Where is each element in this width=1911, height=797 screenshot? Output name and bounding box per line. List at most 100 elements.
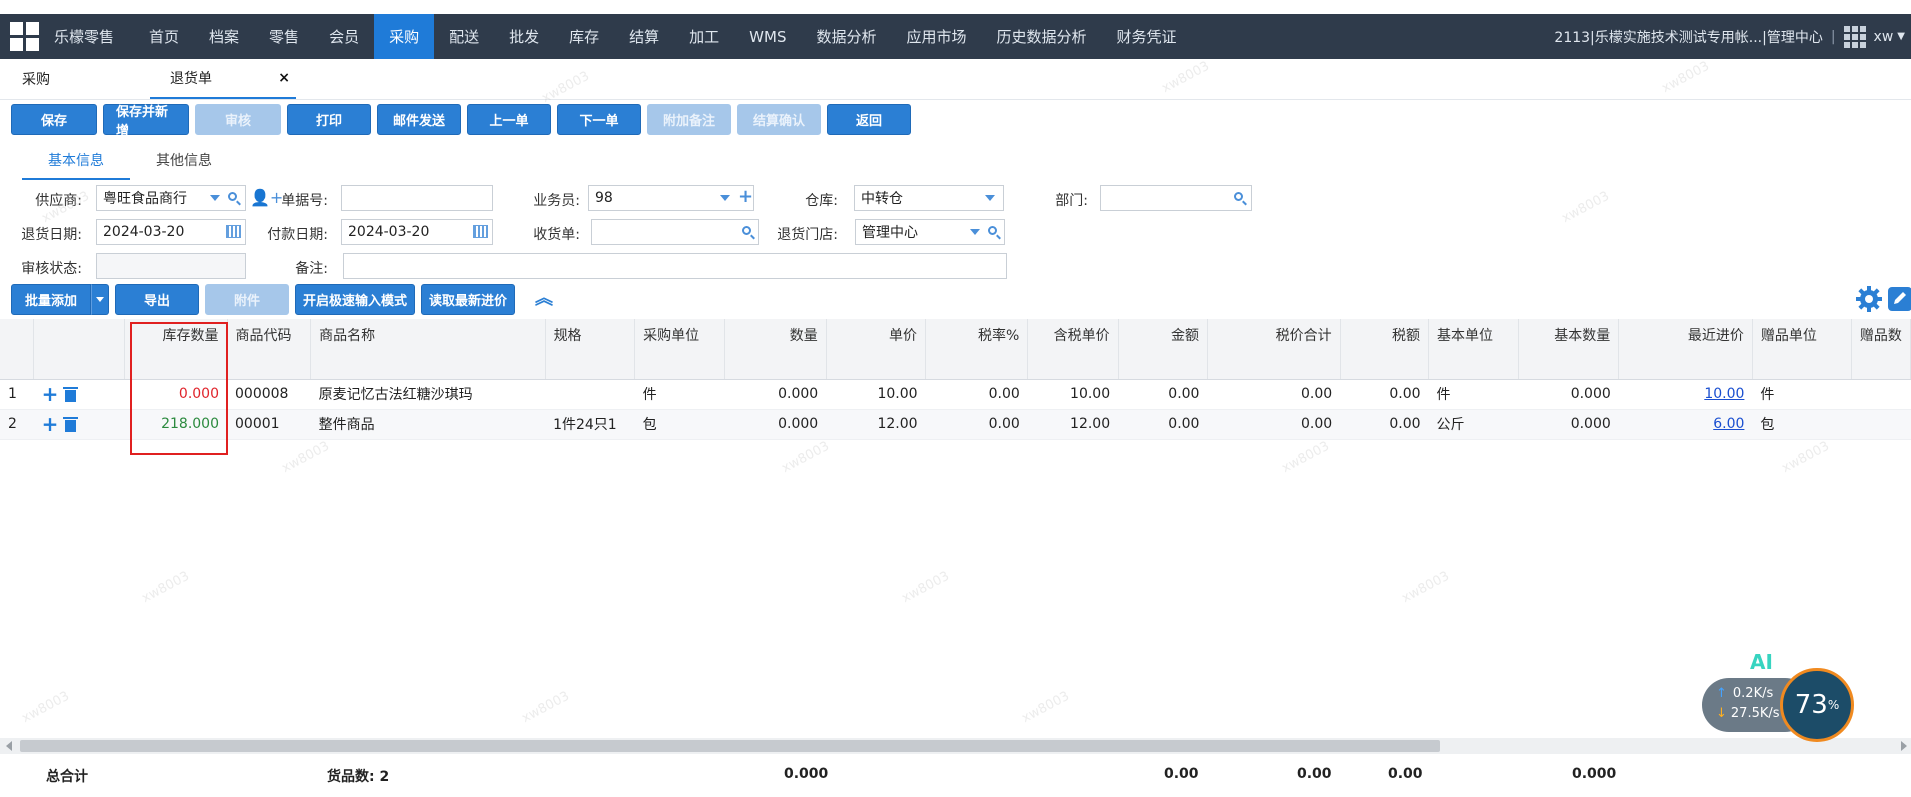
cell-code[interactable]: 000008 [227, 379, 311, 410]
fast-input-mode-button[interactable]: 开启极速输入模式 [295, 283, 415, 315]
col-header-gift-unit[interactable]: 赠品单位 [1752, 319, 1852, 380]
last-price-link[interactable]: 6.00 [1713, 416, 1744, 432]
nav-item-finance-voucher[interactable]: 财务凭证 [1102, 14, 1192, 59]
col-header-tax-rate[interactable]: 税率% [925, 319, 1029, 380]
nav-item-home[interactable]: 首页 [134, 14, 194, 59]
cell-purchase-unit[interactable]: 件 [634, 379, 725, 410]
add-salesman-icon[interactable]: + [738, 188, 753, 206]
page-tab-purchase[interactable]: 采购 [22, 59, 50, 99]
attachment-button[interactable]: 附件 [205, 283, 289, 315]
return-date-field[interactable]: 2024-03-20 [96, 219, 246, 245]
tab-other-info[interactable]: 其他信息 [130, 146, 238, 178]
email-send-button[interactable]: 邮件发送 [377, 104, 461, 135]
nav-item-archive[interactable]: 档案 [194, 14, 254, 59]
calendar-icon[interactable] [473, 225, 488, 238]
print-button[interactable]: 打印 [287, 104, 371, 135]
nav-item-purchase[interactable]: 采购 [374, 14, 435, 59]
settlement-confirm-button[interactable]: 结算确认 [737, 104, 821, 135]
network-speed-widget[interactable]: ↑ 0.2K/s ↓ 27.5K/s 73% [1702, 668, 1854, 742]
prev-order-button[interactable]: 上一单 [467, 104, 551, 135]
page-tab-return-order[interactable]: 退货单 × [150, 59, 296, 99]
save-and-new-button[interactable]: 保存并新增 [103, 104, 189, 139]
app-logo-icon[interactable] [10, 21, 40, 52]
cell-price[interactable]: 10.00 [826, 379, 926, 410]
col-header-spec[interactable]: 规格 [545, 319, 636, 380]
last-price-link[interactable]: 10.00 [1704, 386, 1744, 402]
nav-item-member[interactable]: 会员 [314, 14, 374, 59]
supplier-field[interactable]: 粤旺食品商行 [96, 185, 246, 211]
nav-item-app-market[interactable]: 应用市场 [891, 14, 981, 59]
cell-tax-price[interactable]: 10.00 [1027, 379, 1119, 410]
dept-field[interactable] [1100, 185, 1252, 211]
nav-item-data-analysis[interactable]: 数据分析 [801, 14, 891, 59]
cell-qty[interactable]: 0.000 [724, 379, 827, 410]
trash-icon[interactable] [63, 386, 79, 402]
save-button[interactable]: 保存 [11, 104, 97, 135]
edit-icon[interactable] [1888, 287, 1911, 311]
scroll-right-icon[interactable] [1901, 741, 1907, 751]
chevron-down-icon[interactable]: ▼ [1897, 31, 1905, 42]
cell-tax-price[interactable]: 12.00 [1027, 409, 1119, 440]
add-row-icon[interactable]: + [42, 414, 59, 434]
close-icon[interactable]: × [278, 70, 290, 86]
pay-date-field[interactable]: 2024-03-20 [341, 219, 493, 245]
col-header-tax[interactable]: 税额 [1340, 319, 1430, 380]
col-header-base-unit[interactable]: 基本单位 [1428, 319, 1520, 380]
col-header-base-qty[interactable]: 基本数量 [1518, 319, 1620, 380]
add-row-icon[interactable]: + [42, 384, 59, 404]
docno-field[interactable] [341, 185, 493, 211]
col-header-last-price[interactable]: 最近进价 [1618, 319, 1753, 380]
horizontal-scrollbar[interactable] [0, 738, 1911, 754]
double-chevron-up-icon[interactable]: ︽ [535, 290, 553, 308]
cell-gift-unit[interactable]: 包 [1752, 409, 1852, 440]
cell-gift-qty[interactable] [1851, 379, 1911, 410]
cell-tax-rate[interactable]: 0.00 [925, 409, 1028, 440]
apps-grid-icon[interactable] [1843, 25, 1866, 48]
cell-name[interactable]: 整件商品 [310, 409, 546, 440]
store-search-icon[interactable] [988, 226, 997, 235]
warehouse-field[interactable]: 中转仓 [854, 185, 1004, 211]
cell-tax-rate[interactable]: 0.00 [925, 379, 1028, 410]
col-header-purchase-unit[interactable]: 采购单位 [634, 319, 726, 380]
nav-item-delivery[interactable]: 配送 [434, 14, 494, 59]
supplier-search-icon[interactable] [228, 192, 237, 201]
export-button[interactable]: 导出 [115, 283, 199, 315]
salesman-dropdown-icon[interactable] [720, 195, 730, 201]
account-info[interactable]: 2113|乐檬实施技术测试专用帐...|管理中心 [1554, 27, 1822, 47]
gear-icon[interactable] [1856, 286, 1882, 312]
receipt-field[interactable] [591, 219, 759, 245]
receipt-search-icon[interactable] [742, 226, 751, 235]
supplier-dropdown-icon[interactable] [210, 195, 220, 201]
calendar-icon[interactable] [226, 225, 241, 238]
table-row[interactable]: 2 + 218.000 00001 整件商品 1件24只1 包 0.000 12… [0, 409, 1911, 440]
nav-item-settlement[interactable]: 结算 [614, 14, 674, 59]
scroll-left-icon[interactable] [6, 741, 12, 751]
read-latest-price-button[interactable]: 读取最新进价 [421, 283, 515, 315]
cell-gift-unit[interactable]: 件 [1752, 379, 1852, 410]
nav-item-history-analysis[interactable]: 历史数据分析 [982, 14, 1102, 59]
nav-item-wholesale[interactable]: 批发 [494, 14, 554, 59]
user-name[interactable]: xw [1874, 29, 1894, 45]
col-header-tax-price[interactable]: 含税单价 [1027, 319, 1119, 380]
cell-name[interactable]: 原麦记忆古法红糖沙琪玛 [310, 379, 546, 410]
col-header-amount[interactable]: 金额 [1118, 319, 1208, 380]
store-field[interactable]: 管理中心 [855, 219, 1005, 245]
cell-code[interactable]: 00001 [227, 409, 311, 440]
remark-field[interactable] [343, 253, 1007, 279]
batch-add-button[interactable]: 批量添加 [11, 283, 91, 315]
col-header-gift-qty[interactable]: 赠品数 [1851, 319, 1911, 380]
cell-purchase-unit[interactable]: 包 [634, 409, 725, 440]
scrollbar-thumb[interactable] [20, 740, 1440, 752]
col-header-qty[interactable]: 数量 [724, 319, 827, 380]
col-header-price[interactable]: 单价 [826, 319, 927, 380]
cell-qty[interactable]: 0.000 [724, 409, 827, 440]
nav-item-inventory[interactable]: 库存 [554, 14, 614, 59]
col-header-total[interactable]: 税价合计 [1207, 319, 1341, 380]
trash-icon[interactable] [63, 416, 79, 432]
warehouse-dropdown-icon[interactable] [985, 195, 995, 201]
back-button[interactable]: 返回 [827, 104, 911, 135]
cell-price[interactable]: 12.00 [826, 409, 926, 440]
batch-add-split-button[interactable]: 批量添加 [11, 283, 109, 315]
col-header-name[interactable]: 商品名称 [310, 319, 546, 380]
chevron-down-icon[interactable] [91, 283, 109, 315]
